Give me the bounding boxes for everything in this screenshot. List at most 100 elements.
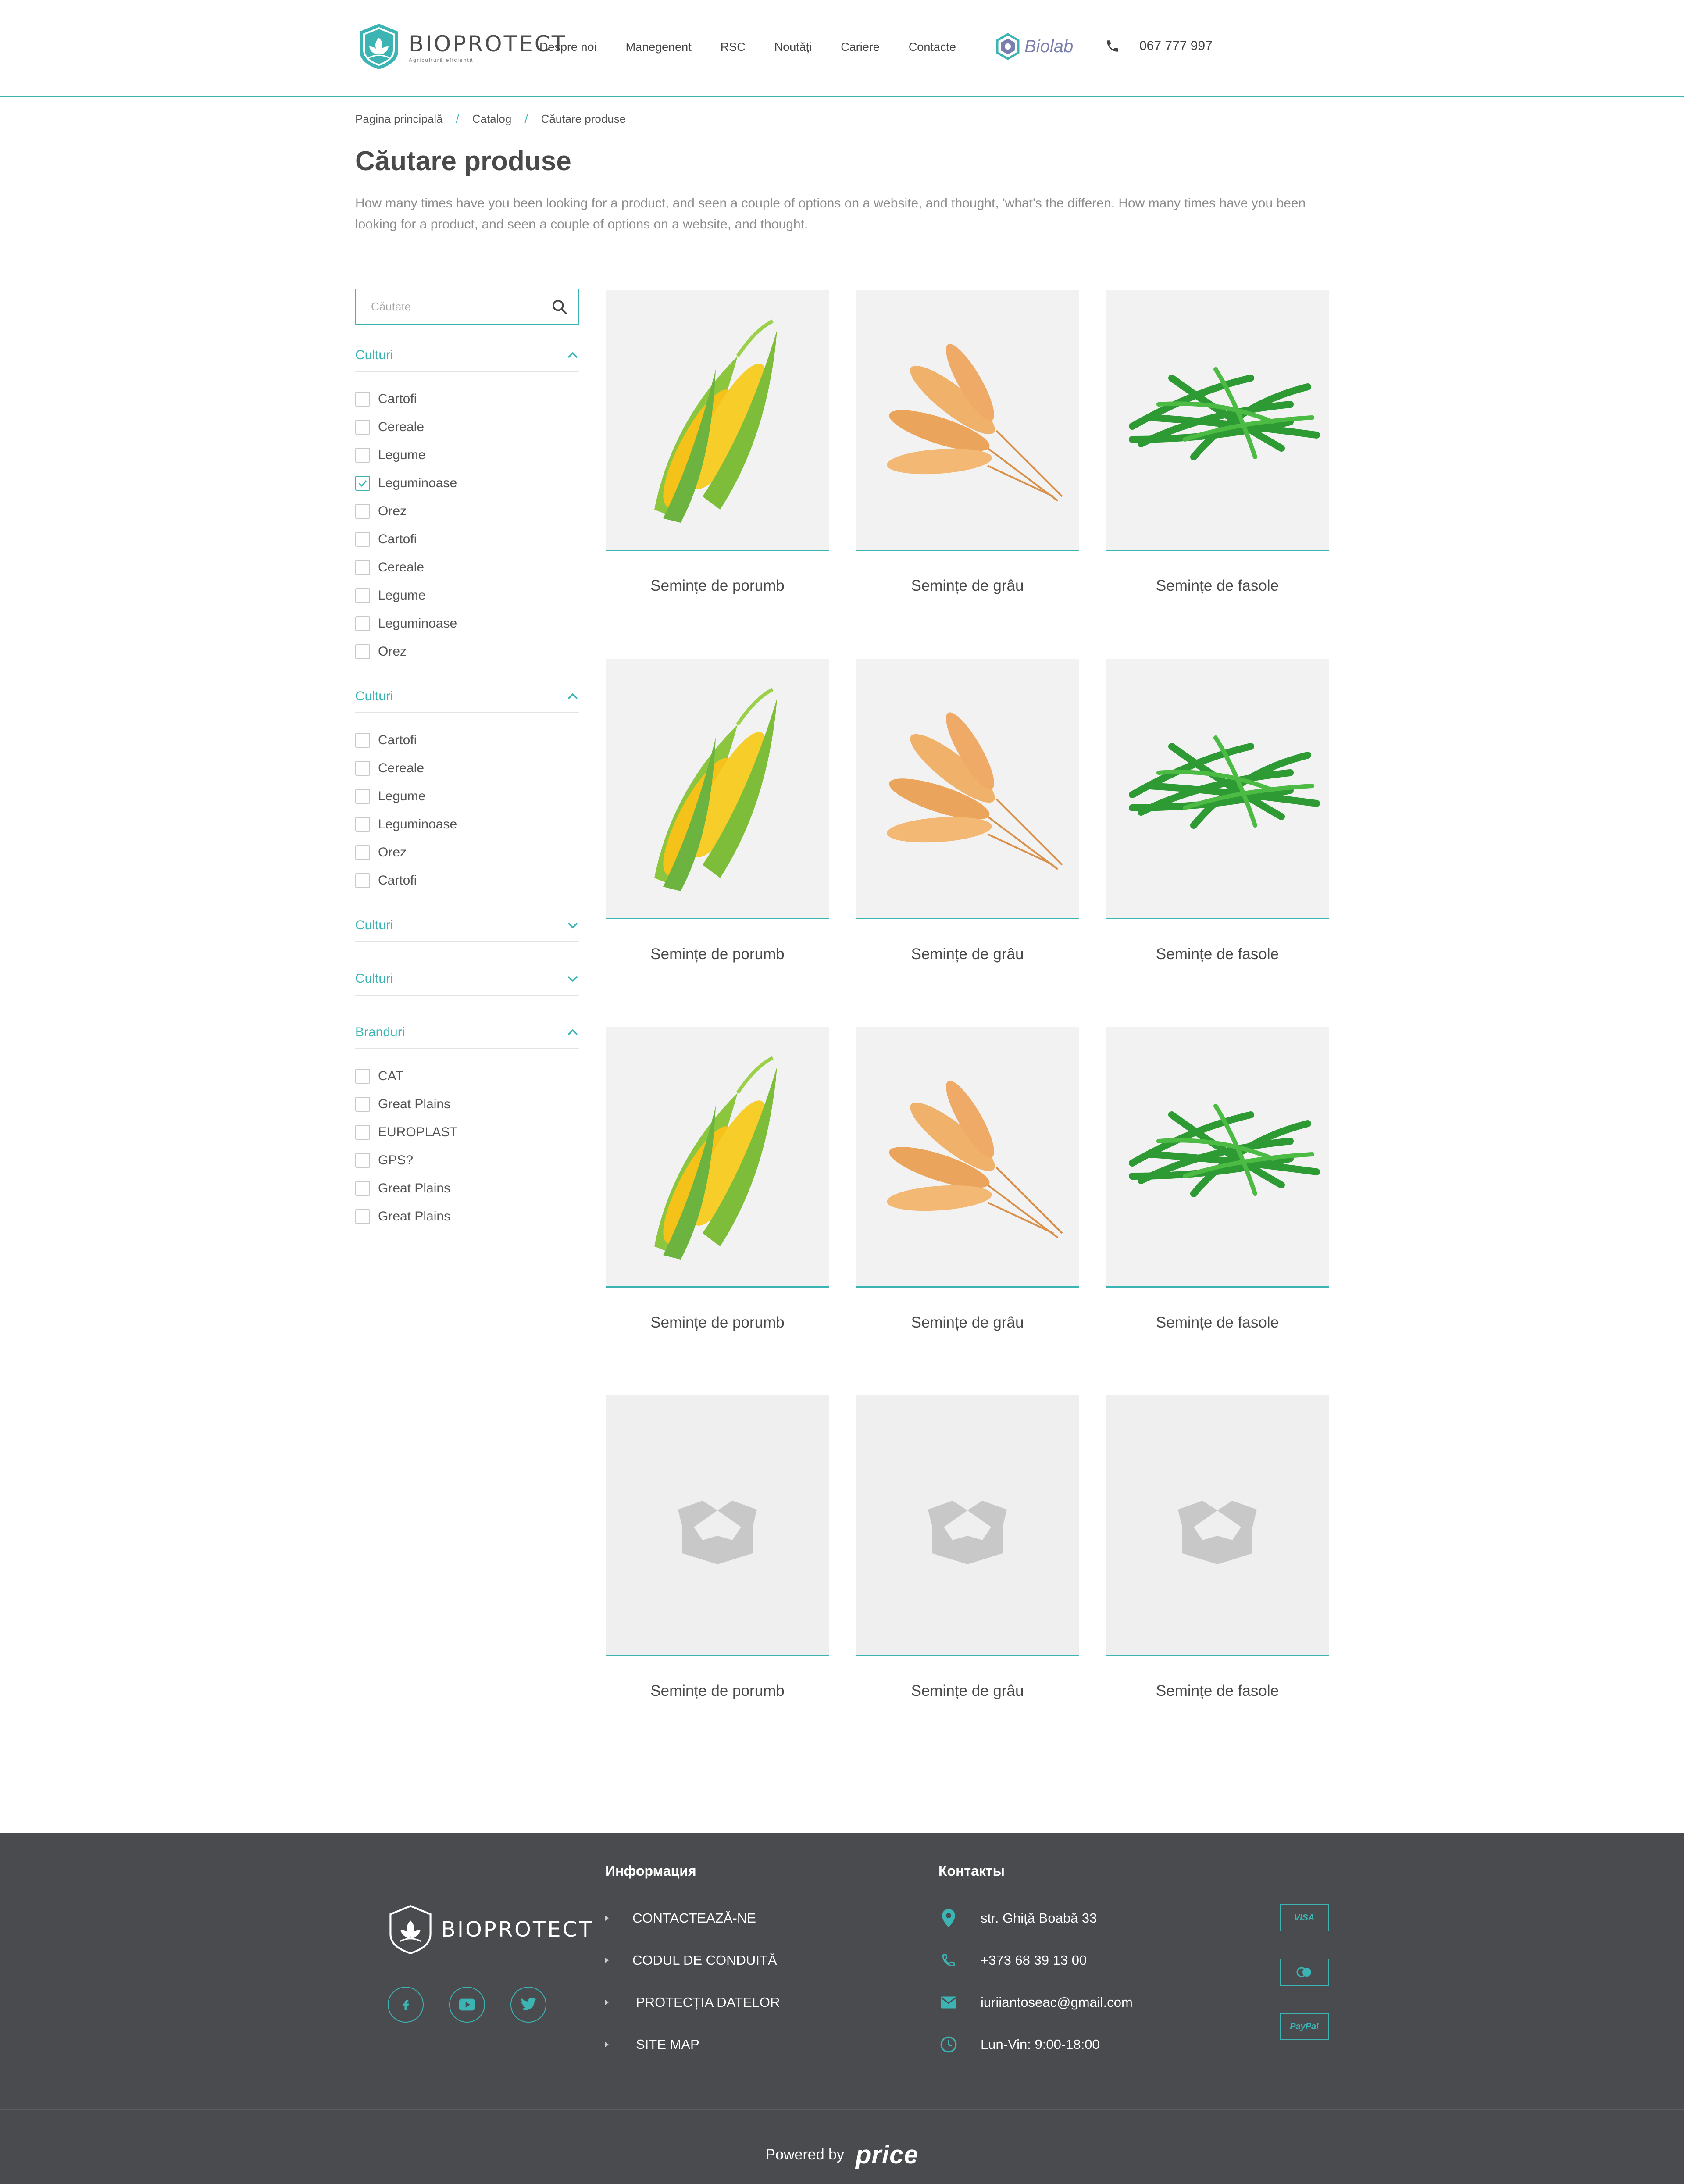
footer-link-contact[interactable]: CONTACTEAZĂ-NE [605,1897,780,1939]
biolab-logo[interactable]: Biolab [995,32,1073,61]
checkbox[interactable] [355,644,370,659]
nav-cariere[interactable]: Cariere [841,40,880,54]
checkbox[interactable] [355,1097,370,1112]
checkbox-checked[interactable] [355,476,370,491]
filter-checkbox-row[interactable]: Orez [355,497,579,525]
nav-noutati[interactable]: Noutăți [774,40,812,54]
product-image[interactable] [1106,290,1329,551]
checkbox[interactable] [355,448,370,463]
product-name[interactable]: Semințe de grâu [856,577,1079,595]
product-image[interactable] [856,659,1079,919]
breadcrumb-catalog[interactable]: Catalog [472,112,512,126]
checkbox[interactable] [355,761,370,776]
filter-checkbox-row[interactable]: Leguminoase [355,610,579,638]
search-icon[interactable] [551,298,568,316]
filter-group-header[interactable]: Branduri [355,1017,579,1049]
checkbox[interactable] [355,1125,370,1140]
filter-checkbox-row[interactable]: Cartofi [355,867,579,895]
filter-checkbox-row[interactable]: Legume [355,582,579,610]
filter-checkbox-row[interactable]: Cereale [355,553,579,582]
product-image[interactable] [856,1027,1079,1288]
nav-rsc[interactable]: RSC [721,40,746,54]
product-card[interactable]: Semințe de porumb [606,1027,829,1343]
product-name[interactable]: Semințe de fasole [1106,946,1329,963]
product-name[interactable]: Semințe de fasole [1106,1682,1329,1700]
product-card[interactable]: Semințe de grâu [856,1027,1079,1343]
product-name[interactable]: Semințe de porumb [606,577,829,595]
checkbox[interactable] [355,420,370,435]
bioprotect-logo[interactable]: BIOPROTECT Agricultură eficientă [355,22,567,71]
footer-link-privacy[interactable]: PROTECȚIA DATELOR [605,1981,780,2023]
product-card[interactable]: Semințe de grâu [856,1395,1079,1711]
product-image[interactable] [856,290,1079,551]
filter-checkbox-row[interactable]: GPS? [355,1146,579,1174]
facebook-icon[interactable] [388,1987,424,2023]
nav-despre-noi[interactable]: Despre noi [539,40,597,54]
price-logo[interactable]: price [856,2140,919,2170]
checkbox[interactable] [355,873,370,888]
product-name[interactable]: Semințe de grâu [856,1682,1079,1700]
nav-manegenent[interactable]: Manegenent [626,40,692,54]
checkbox[interactable] [355,392,370,407]
product-image[interactable] [606,1027,829,1288]
checkbox[interactable] [355,1153,370,1168]
checkbox[interactable] [355,1069,370,1084]
filter-checkbox-row[interactable]: Great Plains [355,1174,579,1203]
filter-group-header[interactable]: Culturi [355,963,579,996]
contact-phone[interactable]: +373 68 39 13 00 [938,1939,1133,1981]
youtube-icon[interactable] [449,1987,485,2023]
checkbox[interactable] [355,616,370,631]
checkbox[interactable] [355,504,370,519]
checkbox[interactable] [355,588,370,603]
checkbox[interactable] [355,532,370,547]
filter-group-header[interactable]: Culturi [355,339,579,372]
footer-logo[interactable]: BIOPROTECT [386,1904,593,1955]
filter-checkbox-row[interactable]: Great Plains [355,1203,579,1231]
checkbox[interactable] [355,560,370,575]
product-card[interactable]: Semințe de grâu [856,290,1079,606]
filter-checkbox-row[interactable]: EUROPLAST [355,1118,579,1146]
product-image-placeholder[interactable] [1106,1395,1329,1656]
filter-group-header[interactable]: Culturi [355,910,579,942]
product-image[interactable] [606,659,829,919]
product-card[interactable]: Semințe de fasole [1106,1395,1329,1711]
filter-checkbox-row[interactable]: Legume [355,782,579,810]
checkbox[interactable] [355,817,370,832]
product-card[interactable]: Semințe de fasole [1106,290,1329,606]
footer-link-sitemap[interactable]: SITE MAP [605,2023,780,2066]
twitter-icon[interactable] [510,1987,546,2023]
filter-checkbox-row[interactable]: Cartofi [355,726,579,754]
checkbox[interactable] [355,845,370,860]
product-image[interactable] [606,290,829,551]
filter-checkbox-row[interactable]: Cereale [355,754,579,782]
filter-checkbox-row[interactable]: Cartofi [355,385,579,413]
filter-checkbox-row[interactable]: Orez [355,638,579,666]
product-image-placeholder[interactable] [856,1395,1079,1656]
product-card[interactable]: Semințe de fasole [1106,1027,1329,1343]
filter-checkbox-row[interactable]: Cartofi [355,525,579,553]
checkbox[interactable] [355,1181,370,1196]
filter-checkbox-row[interactable]: Leguminoase [355,469,579,497]
product-name[interactable]: Semințe de porumb [606,946,829,963]
product-image[interactable] [1106,1027,1329,1288]
filter-checkbox-row[interactable]: Orez [355,839,579,867]
product-image-placeholder[interactable] [606,1395,829,1656]
product-name[interactable]: Semințe de porumb [606,1314,829,1331]
checkbox[interactable] [355,733,370,748]
filter-checkbox-row[interactable]: Leguminoase [355,810,579,839]
product-card[interactable]: Semințe de porumb [606,659,829,974]
product-card[interactable]: Semințe de porumb [606,290,829,606]
checkbox[interactable] [355,1209,370,1224]
footer-link-conduct[interactable]: CODUL DE CONDUITĂ [605,1939,780,1981]
product-name[interactable]: Semințe de grâu [856,946,1079,963]
product-name[interactable]: Semințe de grâu [856,1314,1079,1331]
filter-checkbox-row[interactable]: Great Plains [355,1090,579,1118]
product-name[interactable]: Semințe de porumb [606,1682,829,1700]
filter-group-header[interactable]: Culturi [355,681,579,713]
nav-contacte[interactable]: Contacte [909,40,956,54]
product-card[interactable]: Semințe de porumb [606,1395,829,1711]
product-card[interactable]: Semințe de fasole [1106,659,1329,974]
filter-checkbox-row[interactable]: Legume [355,441,579,469]
product-card[interactable]: Semințe de grâu [856,659,1079,974]
product-image[interactable] [1106,659,1329,919]
